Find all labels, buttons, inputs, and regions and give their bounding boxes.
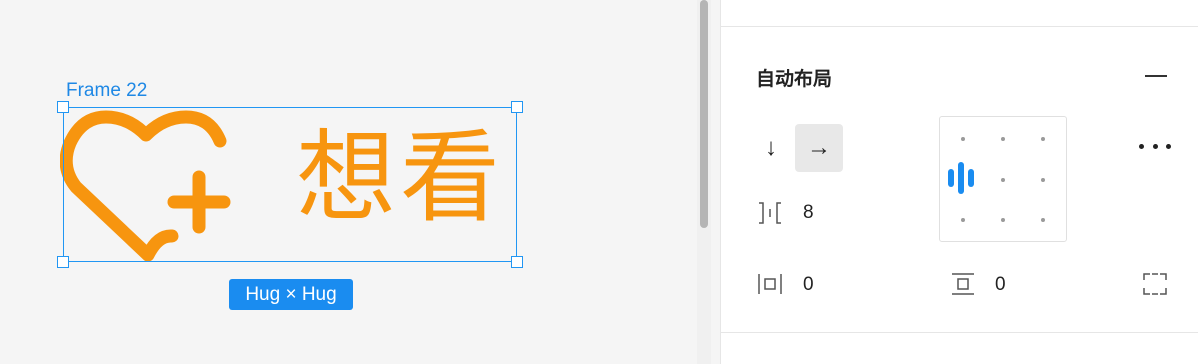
align-dot-top-left[interactable] <box>961 137 965 141</box>
align-dot-middle-center[interactable] <box>1001 178 1005 182</box>
align-dot-top-center[interactable] <box>1001 137 1005 141</box>
canvas-scrollbar[interactable] <box>697 0 711 364</box>
resize-handle-top-left[interactable] <box>57 101 69 113</box>
align-dot-top-right[interactable] <box>1041 137 1045 141</box>
frame-label[interactable]: Frame 22 <box>66 80 147 102</box>
section-divider-top <box>721 26 1198 27</box>
align-dot-middle-right[interactable] <box>1041 178 1045 182</box>
align-dot-bottom-center[interactable] <box>1001 218 1005 222</box>
horizontal-padding-icon <box>758 274 782 294</box>
align-dot-bottom-left[interactable] <box>961 218 965 222</box>
auto-layout-title: 自动布局 <box>756 69 833 90</box>
more-icon[interactable] <box>1139 140 1171 152</box>
design-canvas[interactable]: Frame 22 想看 Hug × Hug <box>0 0 697 364</box>
section-divider-bottom <box>721 332 1198 333</box>
arrow-right-icon[interactable]: → <box>795 124 843 172</box>
spacing-icon <box>759 202 781 224</box>
panel-gutter <box>711 0 720 364</box>
horizontal-padding-value[interactable]: 0 <box>803 274 814 296</box>
size-badge: Hug × Hug <box>229 279 353 310</box>
align-dot-bottom-right[interactable] <box>1041 218 1045 222</box>
scrollbar-thumb[interactable] <box>700 0 708 228</box>
arrow-down-icon[interactable]: ↓ <box>758 133 784 163</box>
remove-icon[interactable] <box>1145 75 1167 77</box>
spacing-value[interactable]: 8 <box>803 202 814 224</box>
align-bar-1 <box>948 169 954 187</box>
alignment-grid[interactable] <box>939 116 1067 242</box>
vertical-padding-icon <box>952 273 974 295</box>
resize-handle-top-right[interactable] <box>511 101 523 113</box>
independent-padding-icon[interactable] <box>1142 272 1168 296</box>
resize-handle-bottom-left[interactable] <box>57 256 69 268</box>
selection-box[interactable] <box>63 107 517 262</box>
resize-handle-bottom-right[interactable] <box>511 256 523 268</box>
align-bar-3 <box>968 169 974 187</box>
align-bar-2 <box>958 162 964 194</box>
properties-panel: 自动布局 ↓ → 8 0 0 <box>720 0 1198 364</box>
vertical-padding-value[interactable]: 0 <box>995 274 1006 296</box>
